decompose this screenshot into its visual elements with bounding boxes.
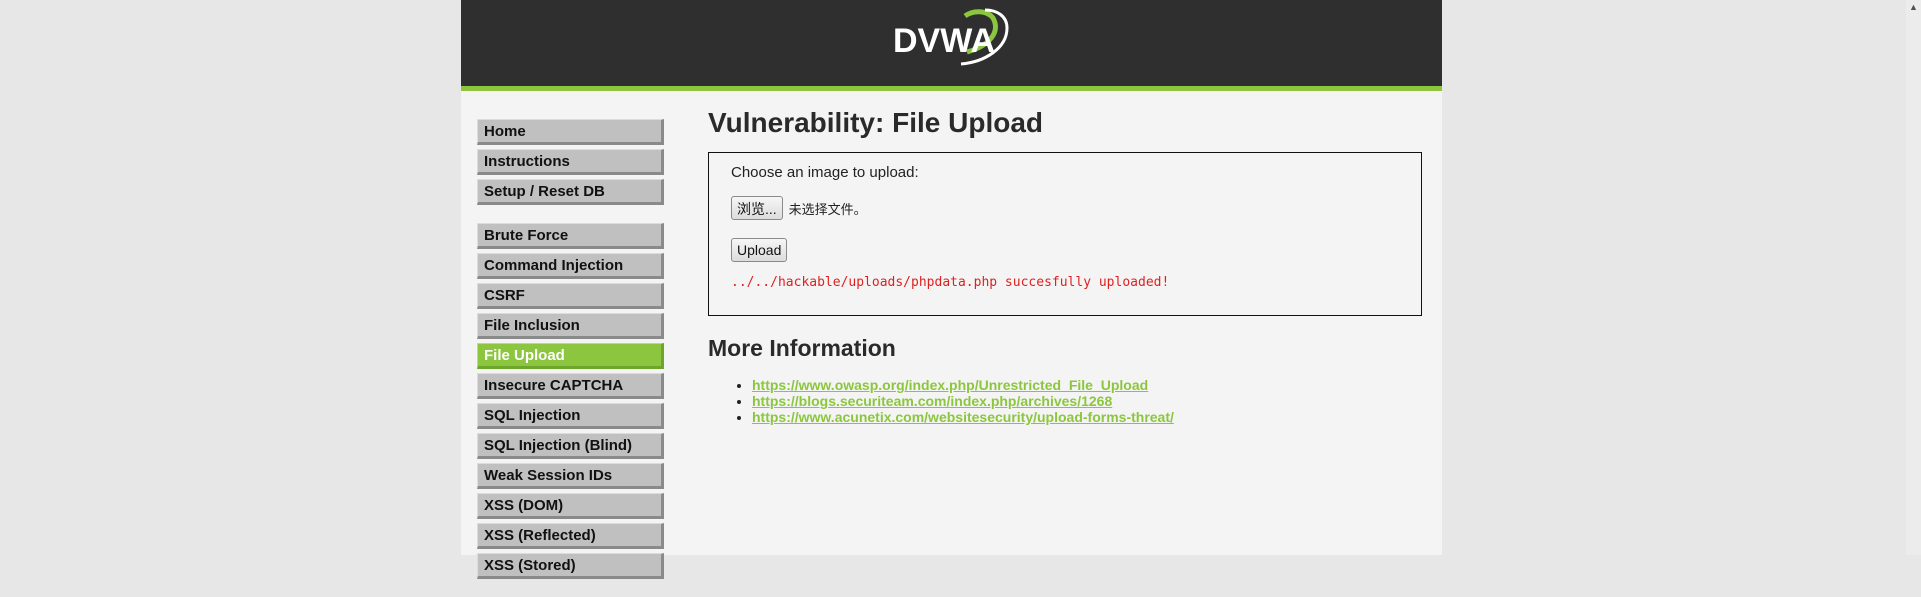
more-info-heading: More Information: [708, 335, 896, 361]
menu-item-instructions[interactable]: Instructions: [477, 149, 664, 175]
securiteam-link[interactable]: https://blogs.securiteam.com/index.php/a…: [752, 393, 1112, 409]
dvwa-logo: DVWA: [893, 8, 1009, 66]
upload-button[interactable]: Upload: [731, 238, 788, 262]
page-container: DVWA Home Instructions Setup / Reset DB Bru…: [461, 0, 1442, 579]
menu-item-insecure-captcha[interactable]: Insecure CAPTCHA: [477, 373, 664, 399]
menu-block: Brute Force Command Injection CSRF File Inc…: [477, 223, 664, 579]
logo-text: DVWA: [893, 22, 995, 60]
menu-item-csrf[interactable]: CSRF: [477, 283, 664, 309]
chevron-up-icon[interactable]: ▲: [1906, 0, 1921, 15]
list-item: https://www.owasp.org/index.php/Unrestri…: [752, 377, 1422, 393]
header: DVWA: [461, 0, 1442, 91]
menu-item-setup-reset-db[interactable]: Setup / Reset DB: [477, 179, 664, 205]
menu-item-sql-injection[interactable]: SQL Injection: [477, 403, 664, 429]
owasp-link[interactable]: https://www.owasp.org/index.php/Unrestri…: [752, 377, 1148, 393]
menu-block: Home Instructions Setup / Reset DB: [477, 119, 664, 205]
main-body: Vulnerability: File Upload Choose an ima…: [708, 104, 1422, 425]
menu-item-sql-injection-blind[interactable]: SQL Injection (Blind): [477, 433, 664, 459]
menu-item-file-upload[interactable]: File Upload: [477, 343, 664, 369]
vertical-scrollbar[interactable]: ▲: [1906, 0, 1921, 555]
menu-item-command-injection[interactable]: Command Injection: [477, 253, 664, 279]
list-item: https://blogs.securiteam.com/index.php/a…: [752, 393, 1422, 409]
menu-item-xss-dom[interactable]: XSS (DOM): [477, 493, 664, 519]
no-file-label: 未选择文件。: [788, 202, 867, 218]
menu-item-xss-reflected[interactable]: XSS (Reflected): [477, 523, 664, 549]
list-item: https://www.acunetix.com/websitesecurity…: [752, 409, 1422, 425]
acunetix-link[interactable]: https://www.acunetix.com/websitesecurity…: [752, 409, 1174, 425]
upload-result-message: ../../hackable/uploads/phpdata.php succe…: [731, 275, 1170, 290]
menu-item-weak-session-ids[interactable]: Weak Session IDs: [477, 463, 664, 489]
more-info-links: https://www.owasp.org/index.php/Unrestri…: [708, 377, 1422, 425]
upload-form-area: Choose an image to upload: 浏览... 未选择文件。 …: [708, 152, 1422, 316]
browse-button[interactable]: 浏览...: [731, 196, 783, 220]
menu-item-brute-force[interactable]: Brute Force: [477, 223, 664, 249]
menu-item-file-inclusion[interactable]: File Inclusion: [477, 313, 664, 339]
page-title: Vulnerability: File Upload: [708, 107, 1044, 138]
menu-item-xss-stored[interactable]: XSS (Stored): [477, 553, 664, 579]
file-input[interactable]: 浏览... 未选择文件。: [731, 196, 867, 220]
upload-prompt: Choose an image to upload:: [731, 164, 919, 181]
main-menu: Home Instructions Setup / Reset DB Brute Fo…: [477, 119, 664, 597]
menu-item-home[interactable]: Home: [477, 119, 664, 145]
